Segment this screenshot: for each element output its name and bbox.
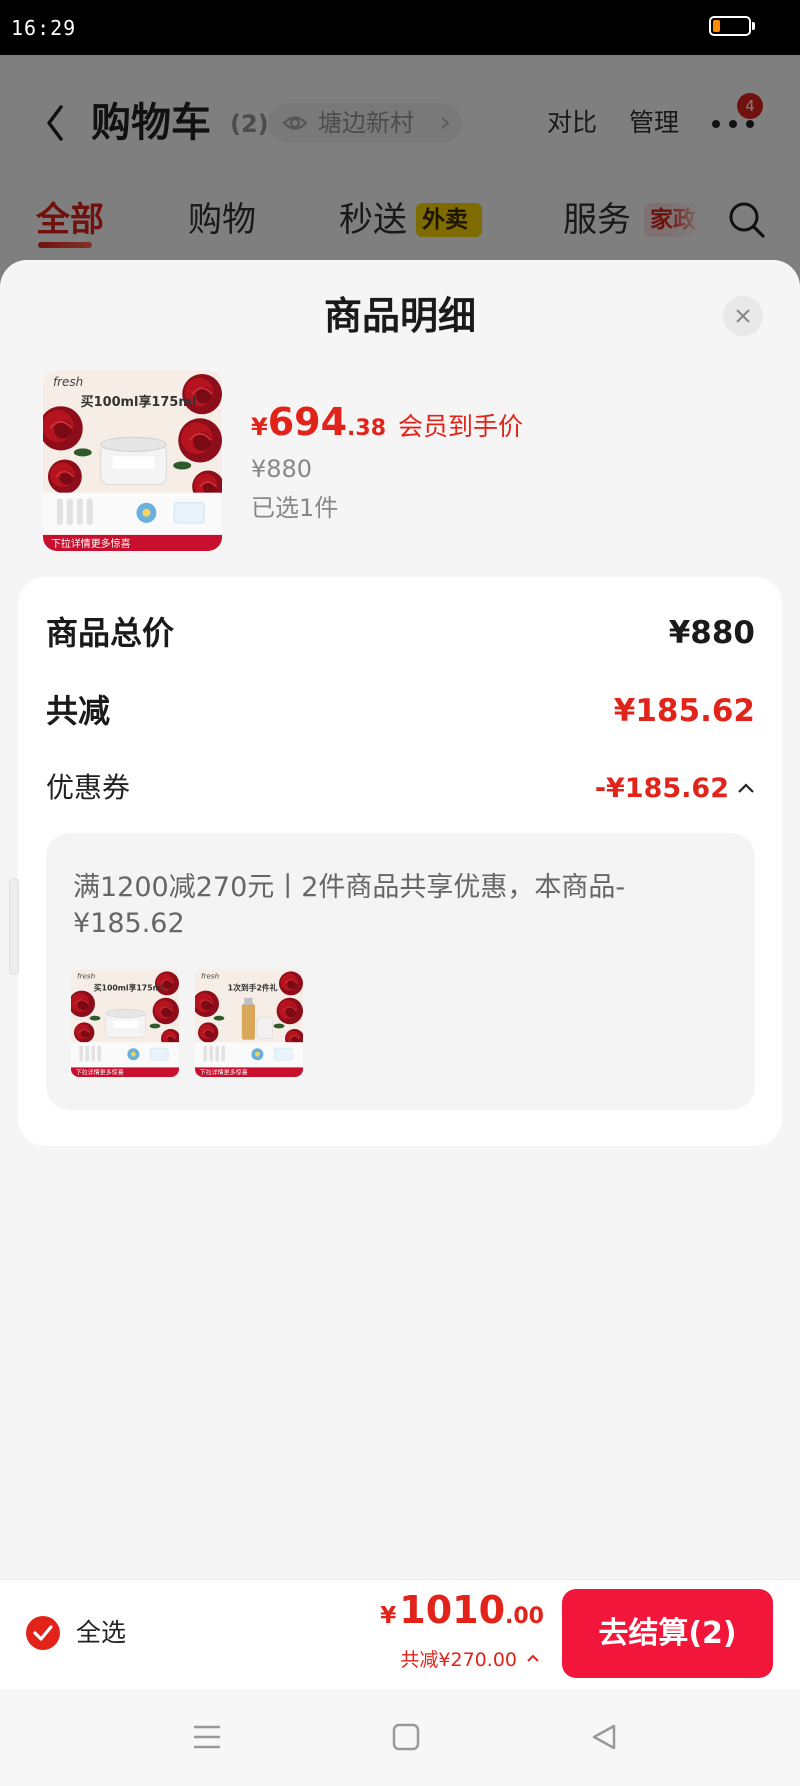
status-bar	[0, 0, 800, 55]
coupon-label: 优惠券	[46, 771, 131, 804]
total-label: 商品总价	[46, 614, 175, 652]
product-photo: fresh 买100ml享175ml 下拉详情更多惊喜	[71, 969, 179, 1077]
image-banner-text: 下拉详情更多惊喜	[51, 537, 131, 550]
check-circle-icon[interactable]	[25, 1615, 61, 1651]
total-discount-toggle[interactable]: 共减¥270.00	[400, 1645, 540, 1671]
product-photo: fresh 1次到手2件礼 下拉详情更多惊喜	[195, 969, 303, 1077]
image-promo-text: 1次到手2件礼	[228, 983, 278, 993]
price-decimal: .38	[347, 416, 387, 441]
original-price: ¥880	[251, 455, 313, 483]
total-integer: 1010	[399, 1588, 506, 1632]
selected-count: 已选1件	[251, 494, 339, 522]
cart-total: ¥ 1010 .00	[380, 1588, 544, 1638]
image-banner-text: 下拉详情更多惊喜	[200, 1069, 248, 1077]
battery-level	[713, 20, 720, 32]
image-brand-text: fresh	[201, 972, 220, 981]
total-discount: 共减¥270.00	[400, 1648, 517, 1671]
coupon-product-thumb[interactable]: fresh 买100ml享175ml 下拉详情更多惊喜	[71, 969, 179, 1077]
coupon-detail-text: 满1200减270元丨2件商品共享优惠，本商品-¥185.62	[73, 872, 626, 939]
discount-value: ¥185.62	[613, 693, 755, 729]
close-icon	[736, 309, 750, 323]
coupon-product-thumb[interactable]: fresh 1次到手2件礼 下拉详情更多惊喜	[195, 969, 303, 1077]
discount-label: 共减	[46, 692, 111, 730]
price-currency: ¥	[251, 413, 268, 441]
menu-icon[interactable]	[191, 1722, 223, 1752]
product-photo: fresh 买100ml享175ml 下拉详情更多惊喜	[43, 370, 222, 551]
member-price: ¥ 694 .38 会员到手价	[251, 400, 523, 452]
image-brand-text: fresh	[77, 972, 96, 981]
total-currency: ¥	[380, 1603, 397, 1629]
status-time: 16:29	[11, 16, 77, 40]
home-icon[interactable]	[390, 1722, 422, 1752]
image-brand-text: fresh	[53, 375, 83, 389]
price-integer: 694	[267, 400, 348, 444]
back-icon[interactable]	[588, 1722, 620, 1752]
coupon-toggle[interactable]: -¥185.62	[595, 770, 755, 806]
close-button[interactable]	[723, 296, 763, 336]
product-image[interactable]: fresh 买100ml享175ml 下拉详情更多惊喜	[43, 370, 222, 551]
checkout-button[interactable]: 去结算(2)	[562, 1589, 773, 1678]
chevron-up-icon	[527, 1654, 539, 1662]
select-all-label[interactable]: 全选	[76, 1618, 126, 1648]
sheet-title: 商品明细	[323, 294, 476, 338]
image-promo-text: 买100ml享175ml	[81, 394, 197, 410]
edge-handle[interactable]	[9, 878, 19, 975]
image-promo-text: 买100ml享175ml	[94, 983, 164, 993]
image-banner-text: 下拉详情更多惊喜	[76, 1069, 124, 1077]
total-decimal: .00	[505, 1604, 544, 1629]
coupon-value: -¥185.62	[594, 772, 729, 804]
total-value: ¥880	[668, 615, 755, 651]
battery-tip	[752, 22, 755, 30]
price-note: 会员到手价	[398, 412, 524, 441]
chevron-up-icon	[738, 783, 754, 793]
battery-icon	[709, 16, 751, 36]
